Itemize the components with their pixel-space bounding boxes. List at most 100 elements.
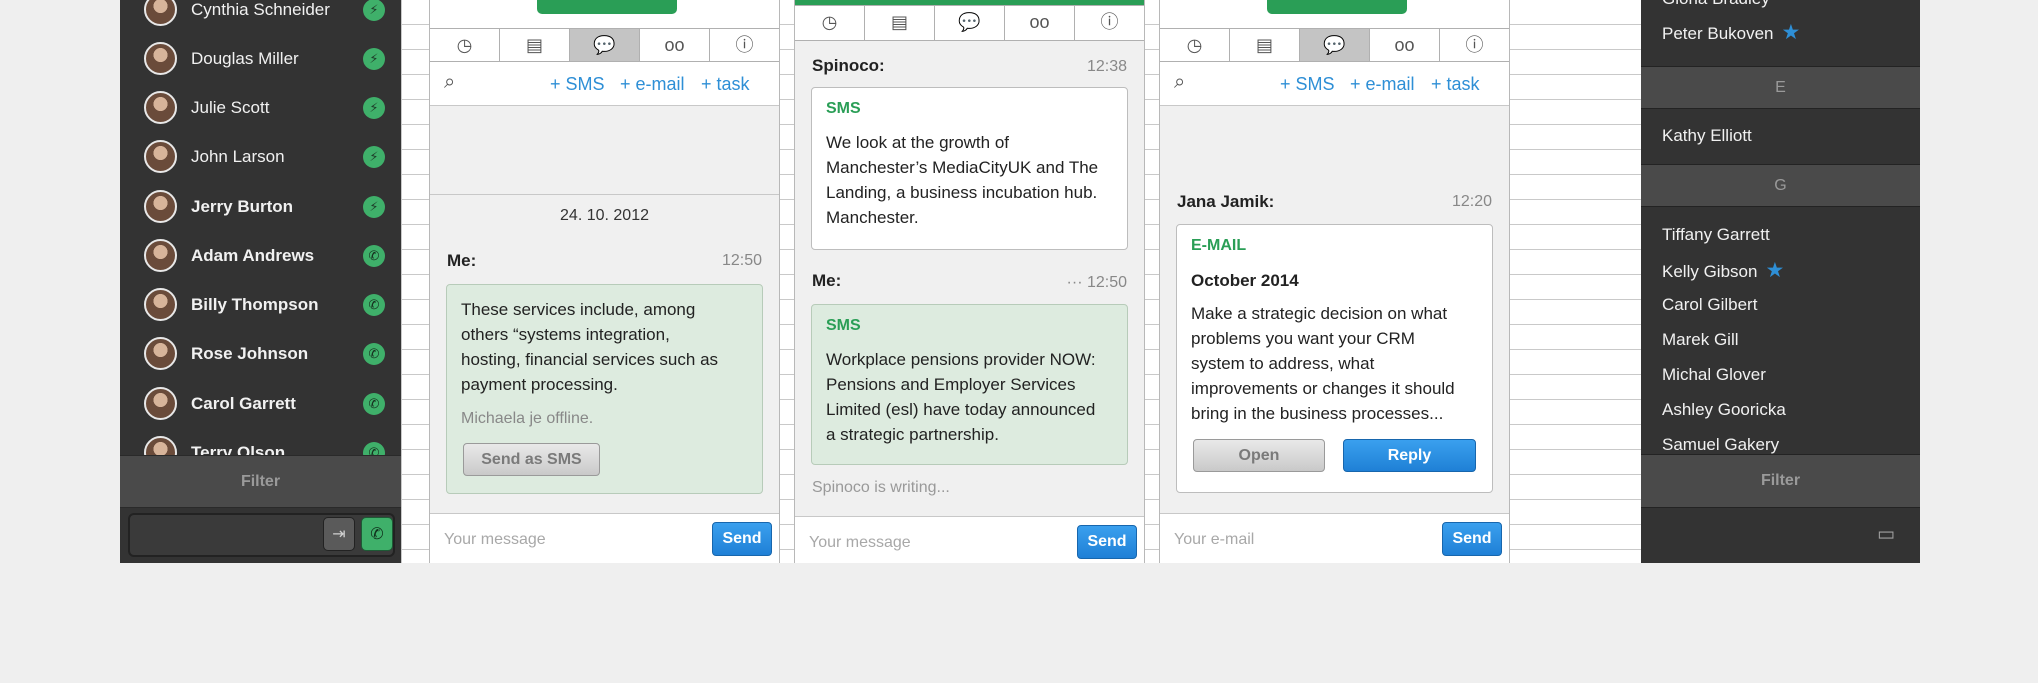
- contact-item[interactable]: Billy Thompson ✆: [120, 280, 401, 329]
- message-type: E-MAIL: [1191, 237, 1247, 254]
- send-button[interactable]: Send: [1077, 525, 1137, 559]
- contact-item[interactable]: Adam Andrews ✆: [120, 231, 401, 280]
- open-button[interactable]: Open: [1193, 439, 1325, 472]
- card-tabs: ◷ ▤ 💬 oo ⓘ: [1160, 28, 1509, 62]
- add-email-link[interactable]: + e-mail: [1350, 74, 1415, 95]
- phonebook-filter-button[interactable]: Filter: [1641, 454, 1920, 508]
- section-header: G: [1641, 164, 1920, 207]
- add-task-link[interactable]: + task: [701, 74, 750, 95]
- message-input[interactable]: Your message: [809, 534, 911, 552]
- phonebook-item[interactable]: Gloria Bradley: [1662, 0, 1770, 9]
- add-task-link[interactable]: + task: [1431, 74, 1480, 95]
- contact-name: Terry Olson: [191, 443, 286, 455]
- contact-item[interactable]: Cynthia Schneider ⚡: [120, 0, 401, 34]
- send-button[interactable]: Send: [1442, 522, 1502, 556]
- phone-icon[interactable]: ✆: [363, 442, 385, 455]
- phonebook-panel: Gloria Bradley Peter Bukoven★ E Kathy El…: [1641, 0, 1920, 563]
- phonebook-item[interactable]: Samuel Gakery: [1662, 435, 1779, 454]
- send-as-sms-button[interactable]: Send as SMS: [463, 443, 600, 476]
- notes-tab-note-icon[interactable]: ▤: [500, 29, 570, 61]
- phone-icon[interactable]: ✆: [363, 294, 385, 316]
- contact-item[interactable]: Terry Olson ✆: [120, 428, 401, 455]
- contact-item[interactable]: Rose Johnson ✆: [120, 329, 401, 378]
- history-tab-clock-icon[interactable]: ◷: [795, 6, 865, 40]
- card-action-button[interactable]: [537, 0, 677, 14]
- phonebook-item[interactable]: Kathy Elliott: [1662, 126, 1752, 146]
- reply-button[interactable]: Reply: [1343, 439, 1476, 472]
- info-tab-info-icon[interactable]: ⓘ: [1075, 6, 1144, 40]
- online-status-icon[interactable]: ⚡: [363, 48, 385, 70]
- card-tabs: ◷ ▤ 💬 oo ⓘ: [795, 5, 1144, 41]
- message-time: ··· 12:50: [1066, 274, 1127, 291]
- chat-tab-chat-icon[interactable]: 💬: [570, 29, 640, 61]
- add-sms-link[interactable]: + SMS: [1280, 74, 1335, 95]
- avatar: [144, 239, 177, 272]
- history-tab-clock-icon[interactable]: ◷: [1160, 29, 1230, 61]
- contact-item[interactable]: Douglas Miller ⚡: [120, 34, 401, 83]
- contact-name: Douglas Miller: [191, 49, 299, 68]
- contacts-panel: Cynthia Schneider ⚡ Douglas Miller ⚡ Jul…: [120, 0, 401, 563]
- chat-tab-chat-icon[interactable]: 💬: [935, 6, 1005, 40]
- call-icon[interactable]: ✆: [361, 517, 393, 551]
- contact-list: Cynthia Schneider ⚡ Douglas Miller ⚡ Jul…: [120, 0, 401, 455]
- favorite-star-icon[interactable]: ★: [1782, 21, 1801, 44]
- voicemail-tab-voicemail-icon[interactable]: oo: [640, 29, 710, 61]
- online-status-icon[interactable]: ⚡: [363, 0, 385, 21]
- contact-name: Jerry Burton: [191, 197, 294, 216]
- message-text: Make a strategic decision on what proble…: [1191, 304, 1455, 423]
- conversation-card-1: ◷ ▤ 💬 oo ⓘ ⌕ + SMS + e-mail + task 24. 1…: [429, 0, 780, 563]
- avatar: [144, 436, 177, 455]
- message-composer: Your message Send: [795, 516, 1144, 563]
- voicemail-tab-voicemail-icon[interactable]: oo: [1005, 6, 1075, 40]
- contact-item[interactable]: John Larson ⚡: [120, 132, 401, 181]
- search-icon[interactable]: ⌕: [444, 71, 455, 94]
- phone-icon[interactable]: ✆: [363, 393, 385, 415]
- app-window: Cynthia Schneider ⚡ Douglas Miller ⚡ Jul…: [120, 0, 1920, 563]
- phonebook-item[interactable]: Carol Gilbert: [1662, 295, 1757, 315]
- phonebook-item[interactable]: Michal Glover: [1662, 365, 1766, 385]
- chat-tab-chat-icon[interactable]: 💬: [1300, 29, 1370, 61]
- search-icon[interactable]: ⌕: [1174, 71, 1185, 94]
- notes-tab-note-icon[interactable]: ▤: [1230, 29, 1300, 61]
- contact-item[interactable]: Carol Garrett ✆: [120, 379, 401, 428]
- online-status-icon[interactable]: ⚡: [363, 97, 385, 119]
- email-bubble: E-MAIL October 2014 Make a strategic dec…: [1176, 224, 1493, 493]
- phonebook-item[interactable]: Kelly Gibson ★: [1662, 258, 1784, 283]
- phone-icon[interactable]: ✆: [363, 343, 385, 365]
- phonebook-item[interactable]: Marek Gill: [1662, 330, 1739, 350]
- avatar: [144, 387, 177, 420]
- email-input[interactable]: Your e-mail: [1174, 531, 1254, 549]
- message-text: These services include, among others “sy…: [461, 300, 719, 394]
- phonebook-item[interactable]: Ashley Gooricka: [1662, 400, 1786, 420]
- online-status-icon[interactable]: ⚡: [363, 196, 385, 218]
- phonebook-item[interactable]: Tiffany Garrett: [1662, 225, 1770, 245]
- avatar: [144, 288, 177, 321]
- phonebook-item[interactable]: Peter Bukoven ★: [1662, 20, 1800, 45]
- info-tab-info-icon[interactable]: ⓘ: [710, 29, 779, 61]
- message-sender: Me:: [447, 251, 477, 270]
- contacts-filter-button[interactable]: Filter: [120, 455, 401, 508]
- typing-indicator: Spinoco is writing...: [812, 479, 950, 496]
- add-sms-link[interactable]: + SMS: [550, 74, 605, 95]
- notes-tab-note-icon[interactable]: ▤: [865, 6, 935, 40]
- contact-item[interactable]: Julie Scott ⚡: [120, 83, 401, 132]
- contact-name: Cynthia Schneider: [191, 0, 330, 19]
- transfer-icon[interactable]: ⇥: [323, 517, 355, 551]
- voicemail-tab-voicemail-icon[interactable]: oo: [1370, 29, 1440, 61]
- phone-icon[interactable]: ✆: [363, 245, 385, 267]
- message-bubble: SMS We look at the growth of Manchester’…: [811, 87, 1128, 250]
- phonebook-list: Gloria Bradley Peter Bukoven★ E Kathy El…: [1641, 0, 1920, 454]
- message-input[interactable]: Your message: [444, 531, 546, 549]
- message-bubble: SMS Workplace pensions provider NOW: Pen…: [811, 304, 1128, 465]
- history-tab-clock-icon[interactable]: ◷: [430, 29, 500, 61]
- online-status-icon[interactable]: ⚡: [363, 146, 385, 168]
- filter-label: Filter: [240, 473, 281, 490]
- favorite-star-icon[interactable]: ★: [1765, 259, 1784, 282]
- message-time: 12:20: [1451, 193, 1492, 210]
- send-button[interactable]: Send: [712, 522, 772, 556]
- devices-icon[interactable]: ▭: [1877, 523, 1895, 546]
- contact-item[interactable]: Jerry Burton ⚡: [120, 182, 401, 231]
- add-email-link[interactable]: + e-mail: [620, 74, 685, 95]
- card-action-button[interactable]: [1267, 0, 1407, 14]
- info-tab-info-icon[interactable]: ⓘ: [1440, 29, 1509, 61]
